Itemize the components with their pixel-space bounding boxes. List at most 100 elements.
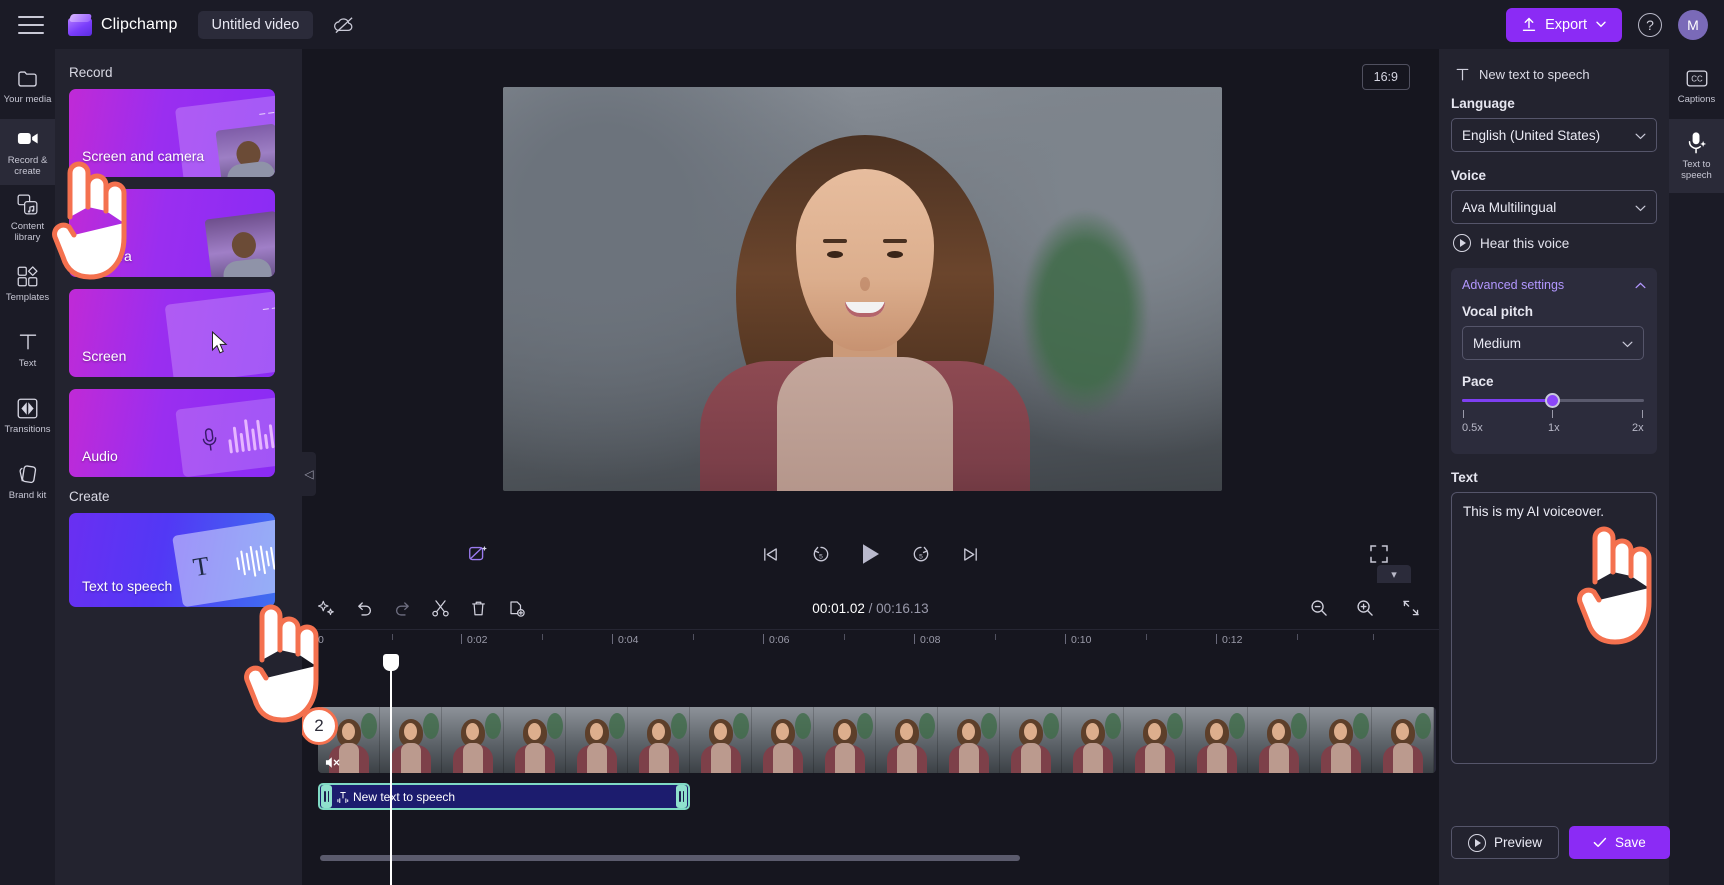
sidebar-item-transitions[interactable]: Transitions [0,383,55,449]
svg-text:CC: CC [1691,74,1703,83]
brand-kit-icon [17,463,39,485]
text-to-speech-card[interactable]: T Text to speech [69,513,275,607]
split-scissors-icon[interactable] [424,592,456,624]
video-track-clip[interactable] [318,707,1436,773]
preview-label: Preview [1494,835,1542,850]
export-button[interactable]: Export [1506,8,1622,42]
timeline-ruler[interactable]: 0 0:02 0:04 0:06 0:08 0:10 0:12 [302,629,1439,655]
screen-and-camera-card[interactable]: Screen and camera [69,89,275,177]
audio-thumbnail [175,397,275,477]
ruler-tick: 0:12 [1222,634,1242,646]
right-rail-item-text-to-speech[interactable]: Text to speech [1669,119,1724,193]
ruler-tick: 0:02 [467,634,487,646]
folder-icon [17,67,39,89]
playhead[interactable] [390,655,392,885]
svg-text:5: 5 [919,553,923,560]
speaker-mute-icon[interactable] [324,755,341,775]
card-label: Audio [82,448,118,464]
ruler-tick: 0 [318,634,324,646]
text-input-area[interactable]: This is my AI voiceover. [1451,492,1657,764]
clip-trim-handle-right[interactable] [676,785,687,808]
panel-header: New text to speech [1455,67,1657,82]
svg-text:5: 5 [819,553,823,560]
right-rail-item-label: Text to speech [1671,159,1723,181]
ruler-minor-tick [1297,634,1298,640]
language-select[interactable]: English (United States) [1451,118,1657,152]
cloud-off-icon[interactable] [331,12,357,38]
annotation-step-badge-2: 2 [300,707,338,745]
forward-5s-icon[interactable]: 5 [903,537,939,571]
delete-trash-icon[interactable] [462,592,494,624]
export-label: Export [1545,17,1587,33]
magic-wand-icon[interactable] [460,537,496,571]
right-rail-item-label: Captions [1671,94,1723,105]
help-circle-icon[interactable]: ? [1638,13,1662,37]
plant-decoration [1020,208,1150,418]
preview-button[interactable]: Preview [1451,826,1559,859]
video-thumbnail-frame [1372,707,1434,773]
text-to-speech-properties-panel: New text to speech Language English (Uni… [1439,49,1669,885]
audio-card[interactable]: Audio [69,389,275,477]
skip-to-start-icon[interactable] [753,537,789,571]
sidebar-item-brand-kit[interactable]: Brand kit [0,449,55,515]
pace-slider[interactable] [1462,397,1644,403]
timecode-display: 00:01.02 / 00:16.13 [812,601,928,616]
sidebar-item-label: Transitions [2,424,54,435]
clip-trim-handle-left[interactable] [321,785,332,808]
sidebar-item-label: Record & create [2,155,54,177]
user-avatar[interactable]: M [1678,10,1708,40]
duplicate-icon[interactable] [500,592,532,624]
project-title-field[interactable]: Untitled video [198,11,314,39]
play-icon [1453,234,1471,252]
time-separator: / [865,601,876,616]
transitions-icon [17,397,39,419]
sidebar-item-label: Content library [2,221,54,243]
voice-select[interactable]: Ava Multilingual [1451,190,1657,224]
video-preview[interactable] [503,87,1222,491]
play-button[interactable] [853,537,889,571]
hamburger-menu-icon[interactable] [18,16,44,34]
zoom-in-icon[interactable] [1349,592,1381,624]
audio-clip-new-text-to-speech[interactable]: New text to speech [318,783,690,810]
rewind-5s-icon[interactable]: 5 [803,537,839,571]
save-label: Save [1615,835,1646,850]
ruler-minor-tick [693,634,694,640]
slider-knob[interactable] [1545,393,1560,408]
right-rail-item-captions[interactable]: CC Captions [1669,53,1724,119]
pace-tick-labels: 0.5x 1x 2x [1462,410,1644,440]
timeline-collapse-chevron-down-icon[interactable]: ▾ [1377,565,1411,583]
fit-timeline-icon[interactable] [1395,592,1427,624]
content-library-icon [17,194,39,216]
vocal-pitch-label: Vocal pitch [1462,304,1646,319]
skip-to-end-icon[interactable] [953,537,989,571]
vocal-pitch-select[interactable]: Medium [1462,326,1644,360]
timeline-horizontal-scrollbar[interactable] [320,855,1020,861]
check-icon [1593,837,1607,848]
screen-card[interactable]: Screen [69,289,275,377]
aspect-ratio-button[interactable]: 16:9 [1362,64,1410,90]
zoom-out-icon[interactable] [1303,592,1335,624]
advanced-settings-section: Advanced settings Vocal pitch Medium Pac… [1451,268,1657,454]
advanced-settings-toggle[interactable]: Advanced settings [1462,278,1646,292]
chevron-down-icon [1635,200,1646,215]
video-thumbnail-frame [1000,707,1062,773]
ai-tools-icon[interactable] [310,592,342,624]
sidebar-item-your-media[interactable]: Your media [0,53,55,119]
sidebar-item-templates[interactable]: Templates [0,251,55,317]
hear-this-voice-button[interactable]: Hear this voice [1453,234,1657,252]
undo-icon[interactable] [348,592,380,624]
camera-card[interactable]: Camera [69,189,275,277]
ruler-minor-tick [392,634,393,640]
sidebar-item-text[interactable]: Text [0,317,55,383]
sidebar-item-content-library[interactable]: Content library [0,185,55,251]
redo-icon[interactable] [386,592,418,624]
video-thumbnail-frame [504,707,566,773]
pace-tick-label: 0.5x [1462,422,1483,434]
panel-collapse-handle[interactable]: ◁ [302,452,316,496]
playhead-handle[interactable] [383,654,399,671]
sidebar-item-record-create[interactable]: Record & create [0,119,55,185]
ruler-tick: 0:06 [769,634,789,646]
video-thumbnail-frame [566,707,628,773]
clip-label-wrap: New text to speech [337,790,455,804]
save-button[interactable]: Save [1569,826,1670,859]
